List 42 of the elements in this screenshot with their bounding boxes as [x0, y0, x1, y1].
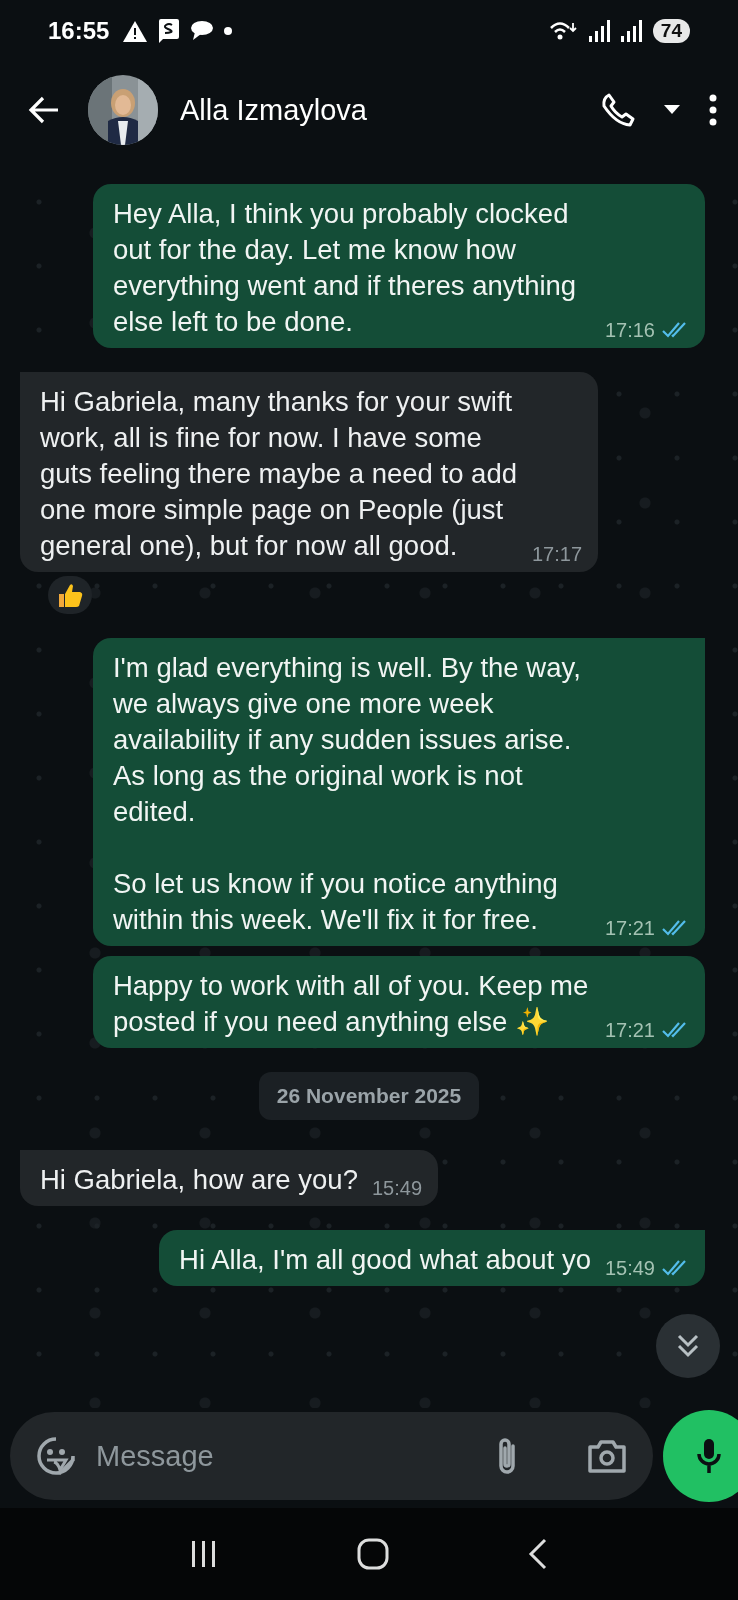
message-text: Hey Alla, I think you probably clocked out for the day. Let me know how everything went and if theres anything else left to be done.: [112, 197, 578, 339]
message-time: 15:49: [371, 1176, 422, 1200]
signal-icon: [620, 20, 643, 42]
more-options-icon[interactable]: [708, 94, 718, 126]
camera-icon[interactable]: [587, 1438, 627, 1474]
dot-icon: [223, 26, 234, 36]
message-text: Hi Alla, I'm all good what about yo: [179, 1243, 591, 1277]
received-message[interactable]: Hi Gabriela, many thanks for your swift work, all is fine for now. I have some guts feeling there maybe a need to add one more simple page on People (just general one), but for now all good. 17:17: [20, 372, 599, 572]
message-input[interactable]: Message: [94, 1438, 475, 1474]
microphone-icon: [696, 1437, 722, 1475]
sticker-icon[interactable]: [36, 1436, 76, 1476]
signal-icon: [588, 20, 611, 42]
double-chevron-down-icon: [677, 1334, 699, 1358]
message-time: 17:21: [604, 916, 655, 940]
sent-message[interactable]: Happy to work with all of you. Keep me posted if you need anything else ✨ 17:21: [92, 956, 705, 1048]
sent-message[interactable]: Hi Alla, I'm all good what about yo 15:49: [159, 1230, 705, 1286]
message-text: Hi Gabriela, many thanks for your swift work, all is fine for now. I have some guts feeling there maybe a need to add one more simple page on People (just general one), but for now all good.: [40, 385, 518, 563]
reaction-badge[interactable]: [48, 576, 92, 614]
battery-level: 74: [652, 19, 690, 43]
back-nav-button[interactable]: [528, 1538, 549, 1570]
back-button[interactable]: [28, 96, 60, 124]
message-text: Happy to work with all of you. Keep me posted if you need anything else ✨: [112, 969, 590, 1039]
message-text: Hi Gabriela, how are you?: [40, 1163, 358, 1197]
caret-icon[interactable]: [664, 105, 680, 115]
message-time: 15:49: [604, 1256, 655, 1280]
message-time: 17:17: [532, 542, 583, 566]
recent-apps-button[interactable]: [189, 1539, 218, 1569]
home-button[interactable]: [357, 1538, 389, 1570]
warning-icon: [123, 20, 148, 42]
sent-message[interactable]: [92, 638, 705, 946]
sent-message[interactable]: Hey Alla, I think you probably clocked out for the day. Let me know how everything went and if theres anything else left to be done. 17:16: [92, 184, 705, 348]
received-message[interactable]: Hi Gabriela, how are you? 15:49: [20, 1150, 438, 1206]
message-time: 17:16: [604, 318, 655, 342]
chat-bubbles-icon: [189, 20, 214, 42]
message-time: 17:21: [604, 1018, 655, 1042]
date-separator: 26 November 2025: [258, 1072, 480, 1120]
s-app-icon: [157, 19, 180, 43]
phone-icon[interactable]: [600, 92, 636, 128]
microphone-button[interactable]: [663, 1410, 738, 1502]
clock-time: 16:55: [48, 17, 110, 45]
message-text: I'm glad everything is well. By the way, we always give one more week availability if any sudden issues arise. As long as the original work is not edited. So let us know if you notice anything within this week. We'll fix it for free.: [112, 651, 582, 937]
contact-name[interactable]: Alla Izmaylova: [180, 93, 600, 127]
